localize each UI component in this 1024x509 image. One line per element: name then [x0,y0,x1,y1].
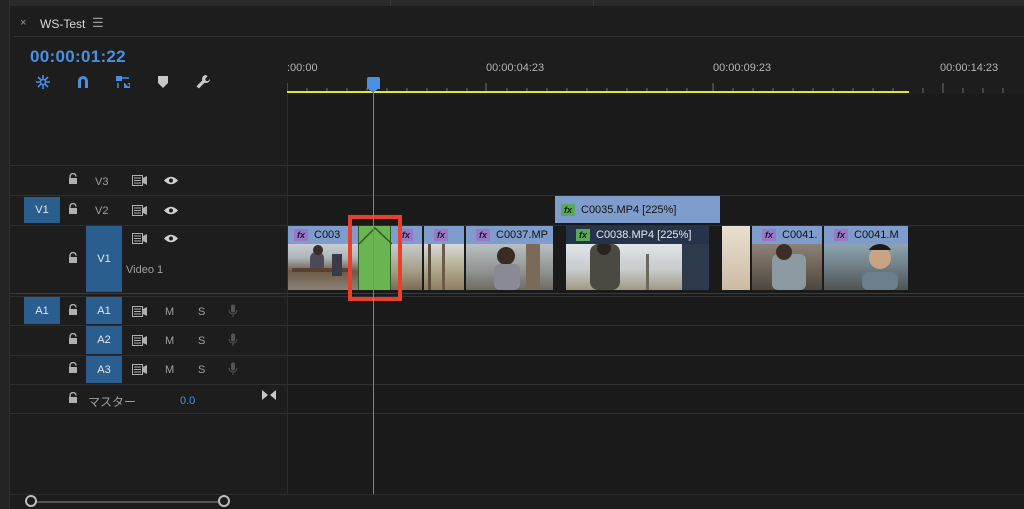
clip-v2-c0035[interactable]: fx C0035.MP4 [225%] [555,196,720,223]
sync-lock-icon[interactable] [132,364,148,378]
sync-lock-icon[interactable] [132,205,148,219]
sync-lock-icon[interactable] [132,175,148,189]
lock-icon[interactable] [68,332,78,348]
clip-name: C0041.M [854,229,899,241]
microphone-icon[interactable] [228,304,238,321]
clip-v1-c0038[interactable]: fx C0038.MP4 [225%] [566,226,709,244]
clip-name: C0035.MP4 [225%] [581,203,677,216]
linked-selection-icon[interactable] [112,72,134,92]
mute-button[interactable]: M [165,364,174,376]
magnet-icon[interactable] [72,72,94,92]
sync-lock-icon[interactable] [132,335,148,349]
track-target-a2[interactable]: A2 [86,326,122,354]
clip-name: C0038.MP4 [225%] [596,229,692,241]
clip-v1-c0037[interactable]: fx C0037.MP [466,226,553,244]
close-tab-icon[interactable]: × [20,17,26,29]
source-patch-a1[interactable]: A1 [24,297,60,324]
lock-icon[interactable] [68,303,78,319]
clip-thumbnail [682,244,709,290]
lock-icon[interactable] [68,361,78,377]
track-target-a3[interactable]: A3 [86,356,122,383]
solo-button[interactable]: S [198,364,205,376]
clip-v1-c[interactable]: fx [424,226,464,244]
scroll-handle-left[interactable] [25,495,37,507]
playhead-timecode[interactable]: 00:00:01:22 [30,47,126,67]
clip-name: C0041. [782,229,818,241]
ruler-label-0: :00:00 [287,62,318,74]
clip-name: C0037.MP [496,229,548,241]
fx-badge: fx [561,203,575,216]
fx-badge: fx [476,229,490,241]
microphone-icon[interactable] [228,333,238,350]
track-name-v2: V2 [95,205,109,217]
panel-top-border [0,0,1024,6]
track-label-video1: Video 1 [126,264,164,276]
eye-icon[interactable] [163,175,179,189]
playhead-handle-tip [367,88,379,93]
clip-thumbnail [424,244,464,290]
ruler-label-2: 00:00:09:23 [713,62,772,74]
scroll-handle-right[interactable] [218,495,230,507]
snap-icon[interactable] [32,72,54,92]
sync-lock-icon[interactable] [132,233,148,247]
track-target-v1[interactable]: V1 [86,226,122,292]
panel-left-border [0,0,10,509]
fx-badge: fx [834,229,848,241]
lock-icon[interactable] [68,202,78,218]
clip-thumbnail [566,244,682,290]
tab-divider [14,36,1024,37]
solo-button[interactable]: S [198,335,205,347]
fx-badge: fx [294,229,308,241]
fx-badge: fx [762,229,776,241]
clip-thumbnail [466,244,553,290]
mute-button[interactable]: M [165,335,174,347]
microphone-icon[interactable] [228,362,238,379]
lock-icon[interactable] [68,251,78,267]
eye-icon[interactable] [163,205,179,219]
go-to-edit-point-icon[interactable] [262,389,276,403]
fx-badge: fx [434,229,448,241]
playhead-line[interactable] [373,84,374,495]
ruler-label-1: 00:00:04:23 [486,62,545,74]
sync-lock-icon[interactable] [132,306,148,320]
ruler-label-3: 00:00:14:23 [940,62,999,74]
master-volume-value[interactable]: 0.0 [180,395,195,407]
clip-name: C003 [314,229,341,241]
marker-icon[interactable] [152,72,174,92]
lock-icon[interactable] [68,391,78,407]
track-name-v3: V3 [95,176,109,188]
work-area-bar[interactable] [287,91,909,93]
sequence-tab-title[interactable]: WS-Test [40,17,85,31]
fx-badge: fx [576,229,590,241]
eye-icon[interactable] [163,233,179,247]
clip-v1-c0041b[interactable]: fx C0041.M [824,226,908,244]
track-headers [10,94,287,494]
wrench-icon[interactable] [192,72,214,92]
track-target-a1[interactable]: A1 [86,297,122,324]
clip-thumbnail [752,244,822,290]
solo-button[interactable]: S [198,306,205,318]
source-patch-v1[interactable]: V1 [24,197,60,223]
clip-v1-c0041a[interactable]: fx C0041. [752,226,822,244]
highlight-annotation [348,215,402,301]
zoom-scrollbar[interactable] [30,501,226,503]
master-track-label: マスター [88,395,137,409]
panel-menu-icon[interactable]: ☰ [92,15,104,31]
clip-thumbnail [722,226,750,290]
clip-thumbnail [824,244,908,290]
mute-button[interactable]: M [165,306,174,318]
lock-icon[interactable] [68,172,78,188]
